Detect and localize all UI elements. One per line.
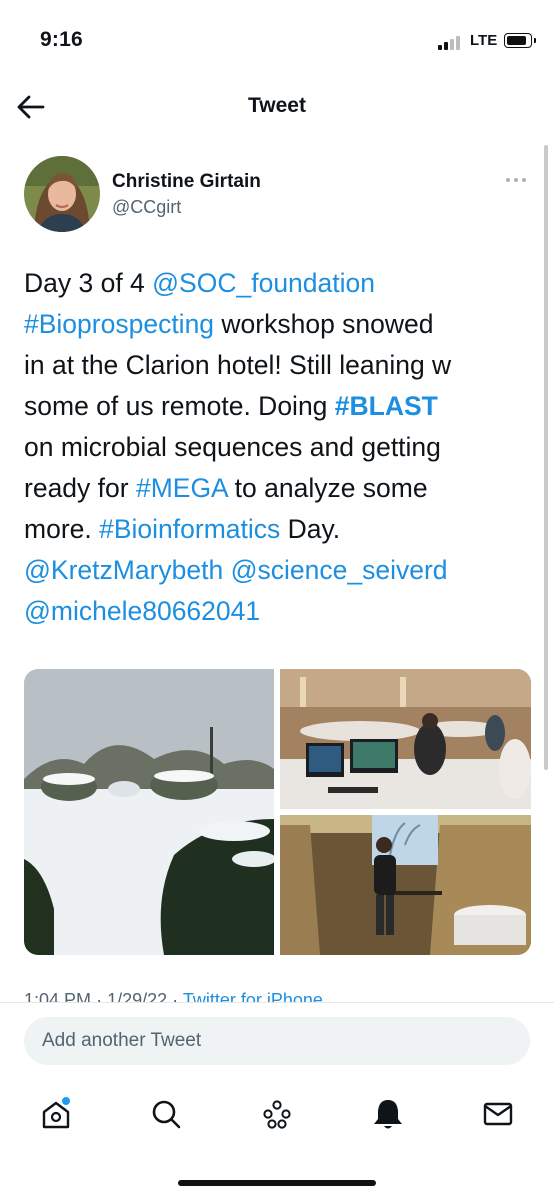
mention-link[interactable]: @michele80662041 — [24, 596, 260, 626]
tweet-text-segment: to analyze some — [227, 473, 428, 503]
network-type: LTE — [470, 32, 498, 49]
notifications-tab[interactable] — [370, 1096, 406, 1132]
tweet-text-line: ready for #MEGA to analyze some — [24, 468, 544, 509]
notification-dot — [62, 1097, 70, 1105]
spaces-icon — [263, 1100, 291, 1129]
hashtag-link[interactable]: #Bioinformatics — [99, 514, 280, 544]
avatar[interactable] — [24, 156, 100, 232]
tab-bar — [0, 1082, 554, 1146]
messages-tab[interactable] — [480, 1096, 516, 1132]
tweet-text-line: on microbial sequences and getting — [24, 427, 544, 468]
mail-icon — [483, 1102, 513, 1126]
tweet-text-segment: some of us remote. Doing — [24, 391, 335, 421]
status-bar: 9:16 LTE — [0, 0, 554, 84]
tweet-text-segment — [223, 555, 230, 585]
bell-icon — [374, 1100, 402, 1129]
home-icon — [42, 1097, 70, 1129]
tweet-text-line: more. #Bioinformatics Day. — [24, 509, 544, 550]
mention-link[interactable]: @science_seiverd — [231, 555, 448, 585]
spaces-tab[interactable] — [259, 1096, 295, 1132]
hashtag-link[interactable]: #MEGA — [136, 473, 227, 503]
tweet-text-line: @KretzMarybeth @science_seiverd — [24, 550, 544, 591]
tweet-media-grid — [24, 669, 531, 955]
author-name[interactable]: Christine Girtain — [112, 171, 261, 193]
battery-icon — [504, 33, 536, 48]
tweet-text-segment: Day 3 of 4 — [24, 268, 153, 298]
tweet-text-segment: more. — [24, 514, 100, 544]
snowy-parking-lot-photo[interactable] — [24, 669, 274, 955]
hashtag-link[interactable]: #Bioprospecting — [24, 309, 214, 339]
presenter-screen-photo[interactable] — [280, 815, 531, 955]
tweet-text: Day 3 of 4 @SOC_foundation #Bioprospectin… — [24, 263, 544, 632]
nav-header: Tweet — [0, 84, 554, 130]
tweet-text-segment: ready for — [24, 473, 136, 503]
search-tab[interactable] — [148, 1096, 184, 1132]
tweet-text-line: @michele80662041 — [24, 591, 544, 632]
search-icon — [152, 1100, 181, 1129]
tweet-text-segment: Day. — [280, 514, 341, 544]
home-tab[interactable] — [38, 1096, 74, 1132]
hashtag-link[interactable]: #BLAST — [335, 391, 438, 421]
cellular-signal-icon — [438, 34, 464, 50]
status-time: 9:16 — [40, 28, 83, 51]
page-title: Tweet — [248, 94, 306, 117]
mention-link[interactable]: @SOC_foundation — [152, 268, 375, 298]
scroll-indicator[interactable] — [544, 145, 548, 770]
author-handle[interactable]: @CCgirt — [112, 197, 181, 218]
tweet-text-segment: in at the Clarion hotel! Still leaning w — [24, 350, 452, 380]
tweet-text-segment: on microbial sequences and getting — [24, 432, 441, 462]
tweet-text-line: Day 3 of 4 @SOC_foundation — [24, 263, 544, 304]
tweet-text-line: in at the Clarion hotel! Still leaning w — [24, 345, 544, 386]
workshop-computers-photo[interactable] — [280, 669, 531, 809]
tweet-text-line: some of us remote. Doing #BLAST — [24, 386, 544, 427]
more-options-icon[interactable] — [504, 172, 528, 188]
tweet-text-line: #Bioprospecting workshop snowed — [24, 304, 544, 345]
add-tweet-input[interactable]: Add another Tweet — [24, 1017, 530, 1065]
home-indicator[interactable] — [178, 1180, 376, 1186]
tweet-text-segment: workshop snowed — [214, 309, 434, 339]
mention-link[interactable]: @KretzMarybeth — [24, 555, 223, 585]
